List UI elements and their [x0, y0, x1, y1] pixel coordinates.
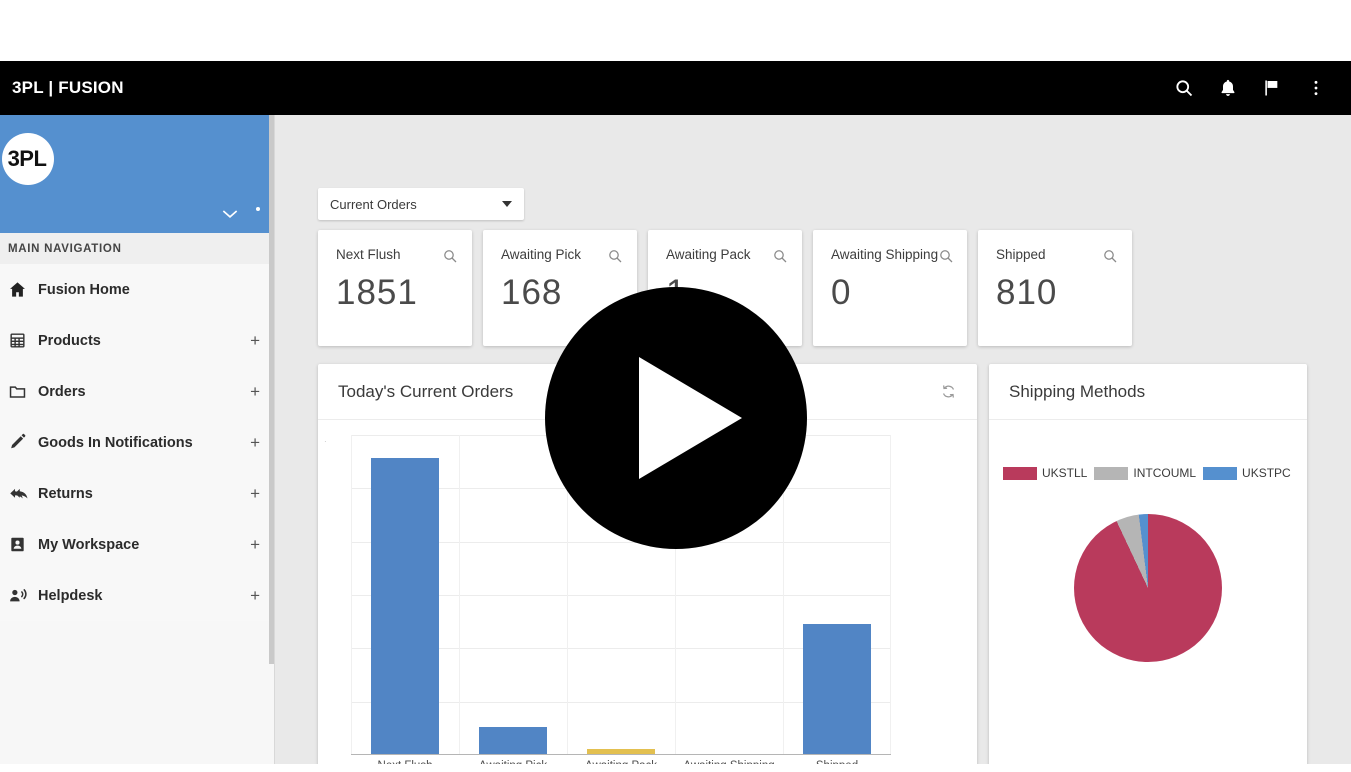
sidebar-item-label: Goods In Notifications	[38, 434, 193, 451]
video-letterbox-bottom	[0, 764, 1351, 772]
logo-3pl: 3PL	[2, 133, 54, 185]
expand-plus-icon[interactable]: +	[250, 485, 260, 502]
sidebar-item-label: Fusion Home	[38, 281, 130, 298]
expand-plus-icon[interactable]: +	[250, 383, 260, 400]
sidebar-item-my-workspace[interactable]: My Workspace +	[0, 519, 274, 570]
bar-slot	[459, 434, 567, 754]
home-icon	[8, 280, 34, 299]
kpi-card-shipped[interactable]: Shipped 810	[978, 230, 1132, 346]
shipping-methods-pie-chart[interactable]	[1074, 514, 1222, 662]
pie-chart-legend: UKSTLL INTCOUML UKSTPC	[1003, 466, 1291, 480]
sidebar-scrollbar[interactable]	[269, 115, 274, 664]
search-icon[interactable]	[772, 248, 788, 264]
main-content: Current Orders Next Flush 1851 Awaiting …	[275, 115, 1351, 764]
kpi-value: 810	[996, 273, 1058, 312]
sidebar-item-products[interactable]: Products +	[0, 315, 274, 366]
pencil-icon	[8, 433, 34, 452]
expand-plus-icon[interactable]: +	[250, 332, 260, 349]
kpi-card-next-flush[interactable]: Next Flush 1851	[318, 230, 472, 346]
sidebar-section-title: MAIN NAVIGATION	[0, 233, 274, 264]
legend-label: UKSTPC	[1242, 466, 1291, 480]
chart-corner-marker: ·	[324, 437, 327, 446]
logo-text: 3PL	[7, 146, 47, 171]
video-letterbox-top	[0, 0, 1351, 61]
search-icon[interactable]	[607, 248, 623, 264]
user-card-icon	[8, 535, 34, 554]
video-play-button[interactable]	[545, 287, 807, 549]
kpi-value: 0	[831, 273, 852, 312]
kpi-title: Awaiting Shipping	[831, 247, 939, 262]
legend-label: INTCOUML	[1133, 466, 1197, 480]
search-icon[interactable]	[938, 248, 954, 264]
chevron-down-icon[interactable]	[220, 207, 240, 224]
expand-plus-icon[interactable]: +	[250, 434, 260, 451]
sidebar-item-label: Helpdesk	[38, 587, 103, 604]
sidebar-brand-header: 3PL	[0, 115, 274, 233]
sidebar-nav-list: Fusion Home Products + Orders + Goods In…	[0, 264, 274, 621]
order-filter-select[interactable]: Current Orders	[318, 188, 524, 220]
folder-icon	[8, 382, 34, 401]
header-actions	[1173, 77, 1327, 99]
bell-icon[interactable]	[1217, 77, 1239, 99]
refresh-icon[interactable]	[940, 383, 957, 400]
sidebar-status-dot	[256, 207, 260, 211]
sidebar-item-label: Products	[38, 332, 101, 349]
sidebar-item-returns[interactable]: Returns +	[0, 468, 274, 519]
kpi-title: Awaiting Pick	[501, 247, 582, 262]
kpi-title: Awaiting Pack	[666, 247, 751, 262]
screenshot-stage: 3PL | FUSION 3PL MAIN NAVIGATION Fusion …	[0, 0, 1351, 772]
x-axis-line	[351, 754, 891, 755]
legend-item-ukstpc[interactable]: UKSTPC	[1203, 466, 1291, 480]
kpi-title: Shipped	[996, 247, 1046, 262]
expand-plus-icon[interactable]: +	[250, 587, 260, 604]
sidebar-item-label: Returns	[38, 485, 93, 502]
search-icon[interactable]	[442, 248, 458, 264]
shipping-methods-panel: Shipping Methods UKSTLL INTCOUML UKSTPC	[989, 364, 1307, 764]
grid-icon	[8, 331, 34, 350]
legend-item-ukstll[interactable]: UKSTLL	[1003, 466, 1087, 480]
kpi-title: Next Flush	[336, 247, 401, 262]
search-icon[interactable]	[1173, 77, 1195, 99]
sidebar-item-label: My Workspace	[38, 536, 140, 553]
bar-shipped[interactable]	[802, 624, 872, 754]
app-brand-title: 3PL | FUSION	[12, 78, 124, 97]
bar-next-flush[interactable]	[370, 457, 440, 754]
chevron-down-icon	[502, 201, 512, 207]
sidebar-item-fusion-home[interactable]: Fusion Home	[0, 264, 274, 315]
legend-swatch	[1203, 466, 1238, 480]
panel-header: Shipping Methods	[989, 364, 1307, 420]
play-icon	[638, 357, 742, 479]
sidebar-item-goods-in-notifications[interactable]: Goods In Notifications +	[0, 417, 274, 468]
bar-awaiting-pick[interactable]	[478, 727, 548, 754]
sidebar: 3PL MAIN NAVIGATION Fusion Home Products…	[0, 115, 275, 764]
legend-swatch	[1003, 466, 1037, 480]
bar-slot	[351, 434, 459, 754]
flag-icon[interactable]	[1261, 77, 1283, 99]
legend-item-intcouml[interactable]: INTCOUML	[1094, 466, 1196, 480]
legend-swatch	[1094, 466, 1129, 480]
sidebar-item-helpdesk[interactable]: Helpdesk +	[0, 570, 274, 621]
user-voice-icon	[8, 586, 34, 605]
reply-all-icon	[8, 484, 34, 503]
bar-slot	[783, 434, 891, 754]
legend-label: UKSTLL	[1042, 466, 1088, 480]
panel-title: Shipping Methods	[1009, 381, 1146, 401]
sidebar-item-label: Orders	[38, 383, 86, 400]
app-header: 3PL | FUSION	[0, 61, 1351, 115]
expand-plus-icon[interactable]: +	[250, 536, 260, 553]
sidebar-item-orders[interactable]: Orders +	[0, 366, 274, 417]
search-icon[interactable]	[1102, 248, 1118, 264]
panel-title: Today's Current Orders	[338, 381, 514, 401]
more-vertical-icon[interactable]	[1305, 77, 1327, 99]
kpi-value: 1851	[336, 273, 418, 312]
order-filter-value: Current Orders	[330, 196, 417, 212]
kpi-card-awaiting-shipping[interactable]: Awaiting Shipping 0	[813, 230, 967, 346]
